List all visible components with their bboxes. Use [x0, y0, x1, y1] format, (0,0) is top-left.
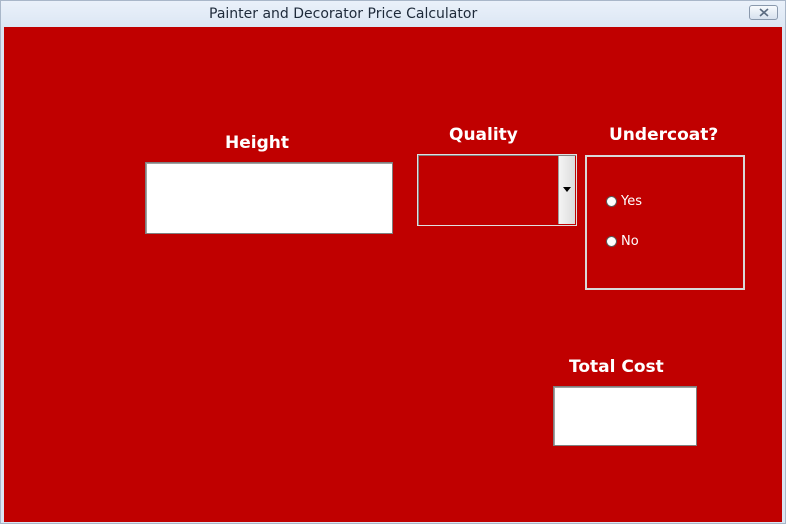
height-input[interactable] — [145, 162, 393, 234]
dropdown-arrow-icon — [563, 187, 571, 192]
undercoat-frame: Yes No — [585, 155, 745, 290]
height-label: Height — [225, 133, 289, 153]
window-title: Painter and Decorator Price Calculator — [209, 6, 478, 22]
radio-no-label: No — [621, 233, 639, 249]
close-button[interactable] — [749, 5, 778, 20]
radio-no[interactable] — [606, 235, 617, 247]
close-icon — [759, 8, 769, 17]
undercoat-option-no[interactable]: No — [606, 233, 639, 249]
title-bar[interactable]: Painter and Decorator Price Calculator — [1, 1, 785, 27]
quality-dropdown[interactable] — [417, 154, 577, 226]
undercoat-option-yes[interactable]: Yes — [606, 193, 642, 209]
radio-yes-label: Yes — [621, 193, 642, 209]
quality-dropdown-button[interactable] — [558, 156, 575, 224]
radio-yes[interactable] — [606, 195, 617, 207]
undercoat-label: Undercoat? — [609, 125, 719, 145]
calculator-window: Painter and Decorator Price Calculator H… — [0, 0, 786, 524]
quality-label: Quality — [449, 125, 518, 145]
total-cost-label: Total Cost — [569, 357, 664, 377]
form-body: Height Quality Undercoat? Yes No Total C… — [4, 27, 782, 522]
total-cost-output[interactable] — [553, 386, 697, 446]
